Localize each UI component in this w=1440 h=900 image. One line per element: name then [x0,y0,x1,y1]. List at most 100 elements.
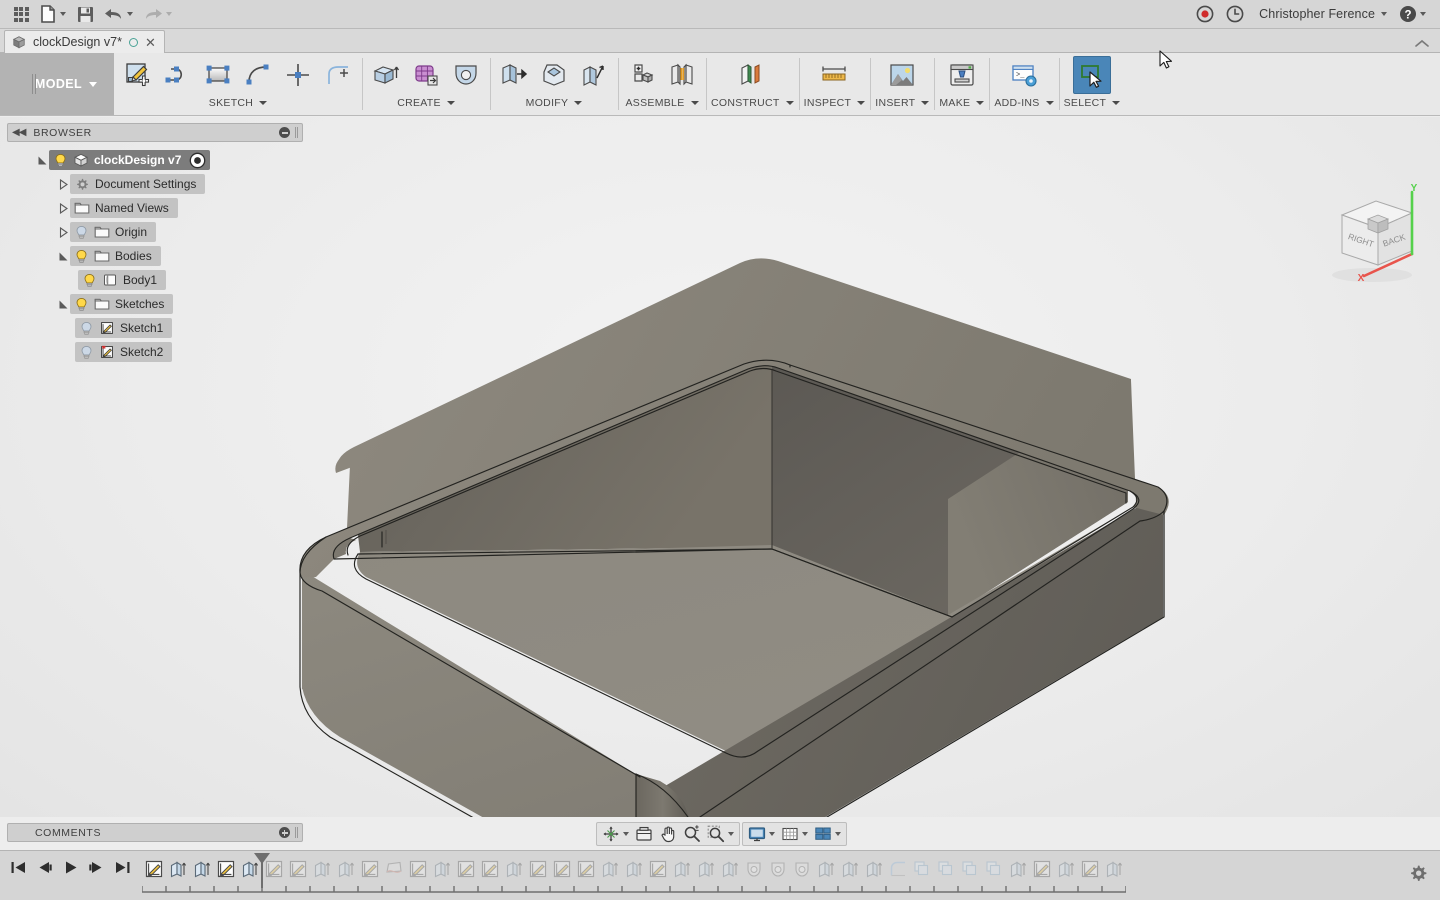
timeline-feature-revolve-feature[interactable] [790,856,814,882]
extrude-button[interactable] [367,56,405,94]
ribbon-group-label[interactable]: SKETCH [209,97,268,109]
timeline-feature-revolve-feature[interactable] [742,856,766,882]
step-forward-button[interactable] [86,857,106,877]
timeline-feature-extrude-feature[interactable] [166,856,190,882]
rectangle-button[interactable] [199,56,237,94]
tree-node-sketches[interactable]: Sketches [0,294,305,314]
ribbon-group-label[interactable]: MAKE [939,97,985,109]
ribbon-group-label[interactable]: INSERT [875,97,930,109]
timeline-feature-sketch-feature[interactable] [574,856,598,882]
timeline-settings-button[interactable] [1408,863,1428,883]
timeline-feature-sketch-feature[interactable] [550,856,574,882]
timeline-feature-extrude-feature[interactable] [502,856,526,882]
sketch-dimension-button[interactable] [279,56,317,94]
fillet-3d-button[interactable] [535,56,573,94]
tree-chip-bodies[interactable]: Bodies [70,246,161,266]
file-menu-button[interactable] [36,2,70,26]
ribbon-group-label[interactable]: INSPECT [804,97,866,109]
offset-plane-button[interactable] [733,56,771,94]
timeline-feature-pattern-feature[interactable] [982,856,1006,882]
viewports-button[interactable] [811,824,844,844]
timeline-feature-extrude-feature[interactable] [334,856,358,882]
show-data-panel-button[interactable] [8,2,34,26]
ribbon-group-label[interactable]: MODIFY [526,97,583,109]
timeline-feature-sketch-feature[interactable] [478,856,502,882]
disclosure-collapsed-icon[interactable] [57,226,70,239]
timeline-feature-sketch-feature[interactable] [454,856,478,882]
help-menu-button[interactable]: ? [1395,2,1430,26]
timeline-feature-sketch-feature[interactable] [646,856,670,882]
timeline-feature-extrude-feature[interactable] [190,856,214,882]
timeline-feature-extrude-feature[interactable] [622,856,646,882]
light-bulb-on-icon[interactable] [82,273,97,288]
workspace-switcher[interactable]: MODEL [0,53,114,115]
timeline-track[interactable] [142,853,1396,896]
activate-component-icon[interactable] [189,152,206,169]
minus-circle-icon[interactable] [279,127,290,138]
scripts-addins-button[interactable]: >_ [1005,56,1043,94]
tree-chip-body1[interactable]: Body1 [78,270,167,290]
collapse-ribbon-icon[interactable] [1414,39,1440,52]
save-button[interactable] [72,2,98,26]
create-form-button[interactable] [407,56,445,94]
light-bulb-off-icon[interactable] [79,345,94,360]
tree-chip-sketches[interactable]: Sketches [70,294,174,314]
play-button[interactable] [60,857,80,877]
ribbon-group-label[interactable]: SELECT [1064,97,1121,109]
redo-button[interactable] [139,2,176,26]
undo-button[interactable] [100,2,137,26]
plus-circle-icon[interactable] [279,827,290,838]
step-back-button[interactable] [34,857,54,877]
tree-node-root[interactable]: clockDesign v7 [0,150,305,170]
timeline-feature-sketch-feature[interactable] [214,856,238,882]
timeline-feature-sketch-feature[interactable] [142,856,166,882]
tree-node-document-settings[interactable]: Document Settings [0,174,305,194]
grid-snaps-button[interactable] [778,824,811,844]
tree-chip-sketch1[interactable]: Sketch1 [75,318,173,338]
orbit-button[interactable] [599,824,632,844]
light-bulb-on-icon[interactable] [74,249,89,264]
tree-node-named-views[interactable]: Named Views [0,198,305,218]
job-status-button[interactable] [1222,2,1248,26]
tree-chip-sketch2[interactable]: Sketch2 [75,342,173,362]
go-to-beginning-button[interactable] [8,857,28,877]
comments-panel-header[interactable]: COMMENTS [7,823,303,842]
panel-resize-grip[interactable] [295,827,298,838]
select-button[interactable] [1072,56,1111,94]
go-to-end-button[interactable] [112,857,132,877]
light-bulb-on-icon[interactable] [53,153,68,168]
ribbon-group-label[interactable]: CONSTRUCT [711,97,794,109]
ribbon-group-label[interactable]: ASSEMBLE [625,97,699,109]
tree-node-bodies[interactable]: Bodies [0,246,305,266]
timeline-feature-revolve-feature[interactable] [766,856,790,882]
ribbon-group-label[interactable]: ADD-INS [994,97,1054,109]
ribbon-group-label[interactable]: CREATE [397,97,455,109]
timeline-feature-pattern-feature[interactable] [934,856,958,882]
timeline-feature-extrude-feature[interactable] [694,856,718,882]
3d-print-button[interactable] [943,56,981,94]
panel-resize-grip[interactable] [295,127,298,138]
timeline-feature-sketch-feature[interactable] [358,856,382,882]
arc-button[interactable] [239,56,277,94]
tree-chip-origin[interactable]: Origin [70,222,157,242]
tree-chip-named-views[interactable]: Named Views [70,198,178,218]
timeline-feature-extrude-feature[interactable] [838,856,862,882]
disclosure-expanded-icon[interactable] [57,298,70,311]
create-sketch-button[interactable] [119,56,157,94]
timeline-feature-sketch-feature[interactable] [406,856,430,882]
timeline-feature-extrude-feature[interactable] [814,856,838,882]
insert-button[interactable] [883,56,921,94]
timeline-feature-extrude-feature[interactable] [238,856,262,882]
sketch-fillet-button[interactable] [319,56,357,94]
shell-button[interactable] [575,56,613,94]
view-cube[interactable]: RIGHT BACK X Y [1320,177,1440,297]
tree-node-sketch1[interactable]: Sketch1 [0,318,305,338]
tree-chip-root[interactable]: clockDesign v7 [49,150,211,170]
timeline-feature-extrude-feature[interactable] [1006,856,1030,882]
timeline-feature-pattern-feature[interactable] [910,856,934,882]
timeline-feature-sketch-feature[interactable] [1030,856,1054,882]
disclosure-expanded-icon[interactable] [36,154,49,167]
timeline-feature-extrude-feature[interactable] [598,856,622,882]
new-component-button[interactable] [623,56,661,94]
tree-node-origin[interactable]: Origin [0,222,305,242]
